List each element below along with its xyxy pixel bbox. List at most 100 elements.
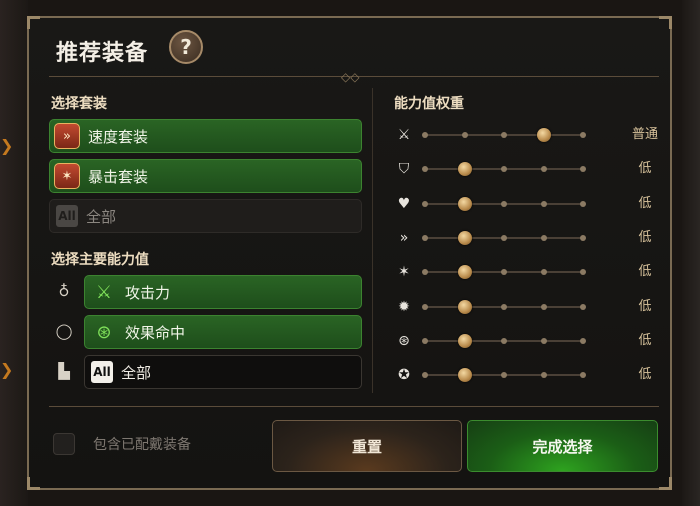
- boots-icon: ▙: [58, 362, 70, 380]
- critical-set-icon: ✶: [54, 163, 80, 189]
- slider-handle[interactable]: [457, 196, 472, 211]
- set-option-all[interactable]: All 全部: [49, 199, 362, 233]
- weight-row: ♥ 低: [394, 194, 652, 214]
- slider-step-dot[interactable]: [501, 269, 507, 276]
- slider-step-dot[interactable]: [501, 372, 507, 379]
- edge-arrow-icon: ❯: [0, 360, 14, 379]
- set-option-speed[interactable]: » 速度套装: [49, 119, 362, 153]
- set-option-label: 速度套装: [88, 127, 149, 146]
- slider-step-dot[interactable]: [422, 200, 428, 207]
- necklace-icon: ♁: [58, 282, 70, 300]
- slider-handle[interactable]: [457, 230, 472, 245]
- weights-section-label: 能力值权重: [394, 96, 464, 112]
- slider-step-dot[interactable]: [540, 372, 547, 379]
- effectiveness-icon: ⊛: [96, 321, 112, 343]
- slider-step-dot[interactable]: [580, 337, 586, 344]
- reset-button[interactable]: 重置: [272, 420, 462, 472]
- slider-step-dot[interactable]: [540, 234, 547, 241]
- slider-step-dot[interactable]: [540, 200, 547, 207]
- include-equipped-checkbox[interactable]: [53, 433, 75, 455]
- weight-value-label: 低: [638, 229, 652, 245]
- slider-step-dot[interactable]: [422, 337, 428, 344]
- slider-step-dot[interactable]: [422, 372, 428, 379]
- set-option-critical[interactable]: ✶ 暴击套装: [49, 159, 362, 193]
- slider-handle[interactable]: [457, 299, 472, 314]
- main-stat-option-effectiveness[interactable]: ⊛ 效果命中: [84, 315, 362, 349]
- slider-handle[interactable]: [457, 368, 472, 383]
- slider-step-dot[interactable]: [540, 337, 547, 344]
- background-left-edge: [0, 0, 28, 506]
- frame-corner: [659, 477, 672, 490]
- weight-row: ✶ 低: [394, 262, 651, 282]
- weight-row: ✪ 低: [394, 365, 651, 385]
- weight-slider[interactable]: [422, 368, 586, 383]
- frame-corner: [27, 16, 40, 29]
- help-button[interactable]: ?: [169, 30, 203, 64]
- slider-step-dot[interactable]: [422, 269, 428, 276]
- weight-value-label: 低: [638, 298, 652, 314]
- slider-handle[interactable]: [457, 265, 472, 280]
- background-right-edge: [682, 0, 700, 506]
- weight-row: ⛉ 低: [394, 159, 652, 179]
- done-button[interactable]: 完成选择: [467, 420, 658, 472]
- slider-step-dot[interactable]: [461, 132, 468, 138]
- all-icon: All: [56, 205, 78, 227]
- slider-step-dot[interactable]: [580, 234, 586, 241]
- slider-step-dot[interactable]: [422, 132, 428, 138]
- weight-row: ⚔ 普通: [394, 125, 658, 145]
- slider-handle[interactable]: [536, 128, 551, 142]
- slider-step-dot[interactable]: [422, 166, 428, 173]
- weight-slider[interactable]: [422, 128, 586, 142]
- main-stat-option-attack[interactable]: ⚔ 攻击力: [84, 275, 362, 309]
- slider-step-dot[interactable]: [501, 166, 507, 173]
- effect-resistance-icon: ✪: [398, 367, 410, 384]
- weight-slider[interactable]: [422, 333, 586, 348]
- weight-value-label: 低: [638, 161, 652, 177]
- divider-ornament-icon: ◇◇: [341, 70, 360, 84]
- crit-damage-icon: ✹: [398, 298, 410, 315]
- weight-slider[interactable]: [422, 299, 586, 314]
- speed-icon: »: [399, 229, 409, 246]
- weight-value-label: 低: [638, 367, 652, 383]
- slider-step-dot[interactable]: [422, 234, 428, 241]
- weight-value-label: 普通: [631, 127, 658, 142]
- slider-handle[interactable]: [457, 333, 472, 348]
- slider-step-dot[interactable]: [580, 200, 586, 207]
- slider-step-dot[interactable]: [501, 132, 507, 138]
- slider-step-dot[interactable]: [501, 337, 507, 344]
- attack-icon: ⚔: [397, 127, 411, 143]
- all-icon: All: [91, 361, 113, 383]
- weight-row: ✹ 低: [394, 297, 651, 317]
- weight-value-label: 低: [638, 332, 652, 348]
- divider: [49, 406, 659, 407]
- main-stat-option-all[interactable]: All 全部: [84, 355, 362, 389]
- frame-corner: [27, 477, 40, 490]
- slider-step-dot[interactable]: [580, 132, 586, 138]
- slider-step-dot[interactable]: [501, 234, 507, 241]
- weight-row: ⊛ 低: [394, 331, 651, 351]
- dialog-title: 推荐装备: [56, 41, 149, 66]
- slider-step-dot[interactable]: [540, 303, 547, 310]
- slider-step-dot[interactable]: [580, 166, 586, 173]
- sword-icon: ⚔: [95, 281, 113, 303]
- slider-step-dot[interactable]: [540, 269, 547, 276]
- slider-step-dot[interactable]: [422, 303, 428, 310]
- slider-step-dot[interactable]: [580, 372, 586, 379]
- slider-step-dot[interactable]: [501, 200, 507, 207]
- weight-value-label: 低: [638, 264, 652, 280]
- weight-slider[interactable]: [422, 265, 586, 280]
- slider-step-dot[interactable]: [580, 303, 586, 310]
- weight-slider[interactable]: [422, 196, 586, 211]
- set-option-label: 全部: [86, 207, 117, 226]
- slider-step-dot[interactable]: [540, 166, 547, 173]
- health-icon: ♥: [397, 195, 411, 212]
- slider-handle[interactable]: [457, 162, 472, 177]
- defense-icon: ⛉: [398, 161, 410, 178]
- slider-step-dot[interactable]: [580, 269, 586, 276]
- weight-slider[interactable]: [422, 230, 586, 245]
- main-stat-label: 攻击力: [125, 283, 171, 302]
- weight-slider[interactable]: [422, 162, 586, 177]
- main-stat-label: 效果命中: [125, 323, 186, 342]
- slider-step-dot[interactable]: [501, 303, 507, 310]
- crit-chance-icon: ✶: [398, 264, 410, 281]
